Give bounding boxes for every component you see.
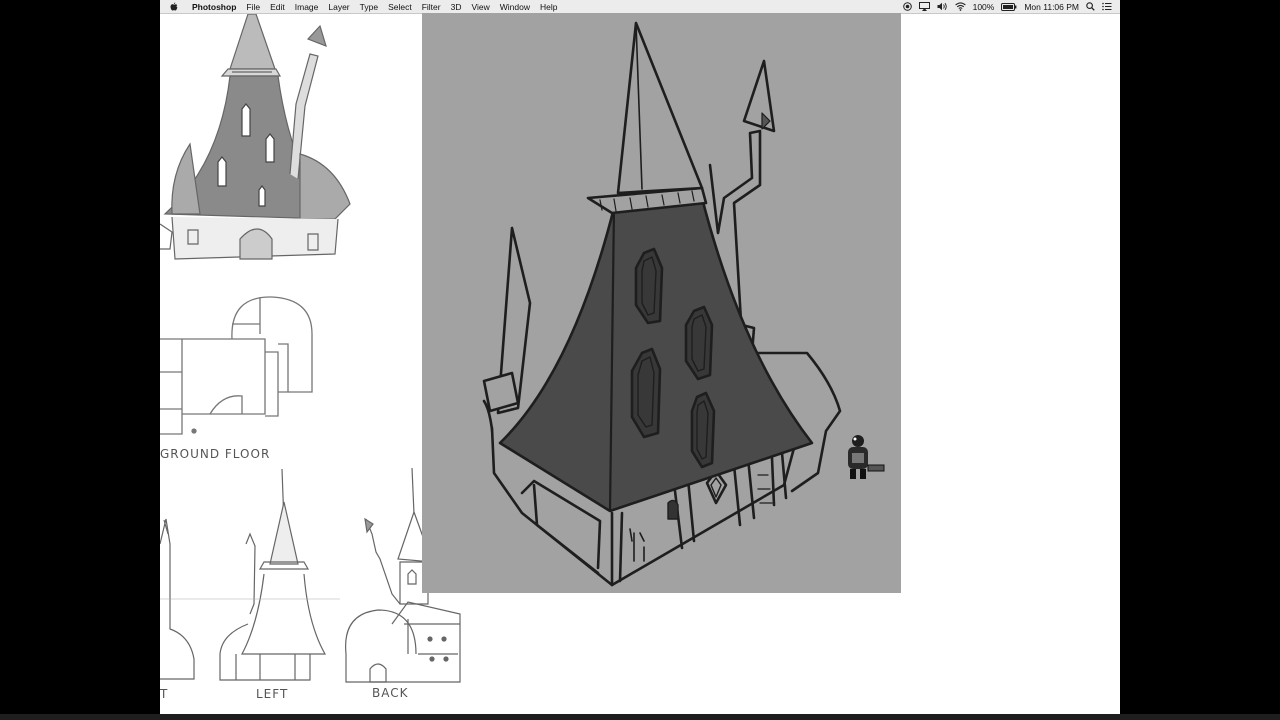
menu-edit[interactable]: Edit — [270, 2, 285, 12]
roof-window — [684, 305, 714, 381]
status-area: 100% Mon 11:06 PM — [896, 2, 1112, 12]
battery-percent: 100% — [972, 1, 995, 12]
spotlight-icon[interactable] — [1086, 2, 1095, 11]
roof-window — [634, 247, 664, 325]
bottom-edge — [0, 714, 1280, 720]
back-label: BACK — [372, 686, 409, 700]
menu-view[interactable]: View — [471, 2, 489, 12]
menu-layer[interactable]: Layer — [328, 2, 349, 12]
menu-bar: Photoshop File Edit Image Layer Type Sel… — [160, 0, 1120, 14]
house-illustration — [482, 21, 885, 587]
notification-center-icon[interactable] — [1102, 2, 1112, 11]
menu-filter[interactable]: Filter — [422, 2, 441, 12]
house-sketch-top — [160, 14, 351, 260]
menu-file[interactable]: File — [246, 2, 260, 12]
menu-select[interactable]: Select — [388, 2, 412, 12]
drawing-canvas[interactable] — [422, 13, 901, 593]
ground-floor-label: GROUND FLOOR — [160, 447, 270, 461]
elevation-sketches — [160, 467, 461, 683]
airplay-icon[interactable] — [918, 2, 930, 11]
record-icon[interactable] — [902, 2, 912, 11]
menu-help[interactable]: Help — [540, 2, 557, 12]
volume-icon[interactable] — [937, 2, 948, 11]
menu-list: Photoshop File Edit Image Layer Type Sel… — [192, 2, 567, 12]
battery-icon[interactable] — [1001, 2, 1017, 11]
menu-image[interactable]: Image — [295, 2, 319, 12]
roof-window — [690, 391, 716, 469]
character-figure — [848, 435, 885, 479]
desktop-screen: Photoshop File Edit Image Layer Type Sel… — [160, 0, 1120, 714]
main-spire — [616, 21, 704, 195]
front-label-partial: T — [160, 687, 168, 701]
wifi-icon[interactable] — [954, 2, 966, 11]
menu-window[interactable]: Window — [500, 2, 530, 12]
clock[interactable]: Mon 11:06 PM — [1024, 2, 1079, 12]
menu-type[interactable]: Type — [360, 2, 378, 12]
menu-3d[interactable]: 3D — [451, 2, 462, 12]
apple-icon[interactable] — [170, 2, 180, 11]
menu-app-name[interactable]: Photoshop — [192, 2, 236, 12]
floor-plan-sketch — [160, 296, 313, 435]
roof-window — [630, 347, 662, 439]
left-label: LEFT — [256, 687, 288, 701]
